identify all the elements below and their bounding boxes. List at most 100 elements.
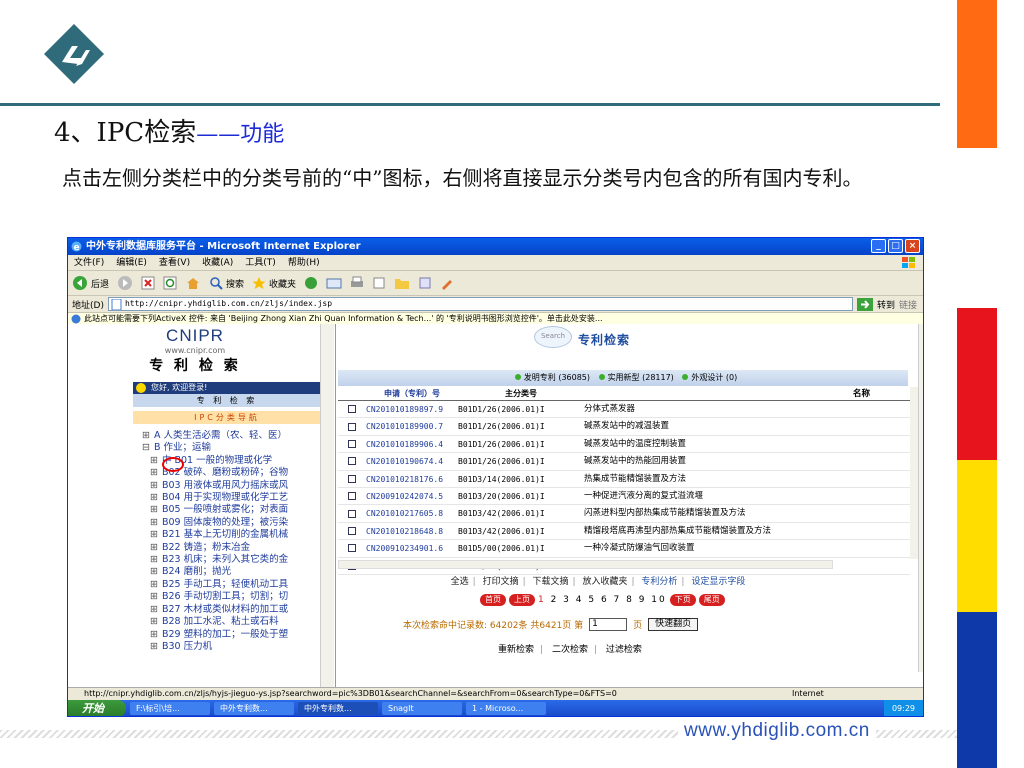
row-checkbox[interactable]: [348, 457, 356, 466]
expand-toggle-icon[interactable]: ⊞: [150, 480, 158, 492]
expand-toggle-icon[interactable]: ⊞: [150, 554, 158, 566]
task-patent-1[interactable]: 中外专利数...: [214, 702, 294, 715]
expand-toggle-icon[interactable]: ⊞: [150, 579, 158, 591]
task-snagit[interactable]: SnagIt: [382, 702, 462, 715]
tree-item[interactable]: ⊞ B24 磨削；抛光: [142, 566, 318, 578]
tree-item[interactable]: ⊞ B05 一般喷射或雾化；对表面: [142, 504, 318, 516]
patent-search-menu[interactable]: 专 利 检 索: [133, 394, 321, 407]
row-app-no[interactable]: CN201010190674.4: [366, 453, 458, 469]
tab-utility[interactable]: 实用新型 (28117): [608, 373, 674, 382]
home-icon[interactable]: [185, 276, 201, 290]
new-search-link[interactable]: 重新检索: [498, 645, 534, 655]
filter-search-link[interactable]: 过滤检索: [606, 645, 642, 655]
row-checkbox[interactable]: [348, 544, 356, 553]
minimize-button[interactable]: _: [871, 239, 886, 253]
tool-icon[interactable]: [440, 276, 454, 290]
page-scrollbar[interactable]: [918, 324, 923, 672]
tab-design[interactable]: 外观设计 (0): [691, 373, 737, 382]
row-name[interactable]: 碱蒸发站中的减温装置: [584, 418, 910, 434]
tree-item[interactable]: ⊞ B09 固体废物的处理；被污染: [142, 517, 318, 529]
forward-arrow-icon[interactable]: [117, 275, 133, 291]
tree-item[interactable]: ⊞ B27 木材或类似材料的加工或: [142, 604, 318, 616]
back-button[interactable]: 后退: [72, 275, 109, 291]
tree-item[interactable]: ⊞ B04 用于实现物理或化学工艺: [142, 492, 318, 504]
row-name[interactable]: 碱蒸发站中的温度控制装置: [584, 436, 910, 452]
secondary-search-link[interactable]: 二次检索: [552, 645, 588, 655]
close-button[interactable]: ×: [905, 239, 920, 253]
task-word[interactable]: 1 - Microso...: [466, 702, 546, 715]
expand-toggle-icon[interactable]: ⊞: [150, 455, 158, 467]
expand-toggle-icon[interactable]: ⊟: [142, 442, 150, 454]
row-app-no[interactable]: CN201010218648.8: [366, 523, 458, 539]
row-name[interactable]: 碱蒸发站中的热能回用装置: [584, 453, 910, 469]
expand-toggle-icon[interactable]: ⊞: [150, 529, 158, 541]
go-button[interactable]: 转到: [877, 298, 895, 311]
row-name[interactable]: 一种冷凝式防爆油气回收装置: [584, 540, 910, 556]
prev-page-button[interactable]: 上页: [509, 594, 535, 606]
expand-toggle-icon[interactable]: ⊞: [150, 504, 158, 516]
refresh-icon[interactable]: [163, 276, 177, 290]
download-abstract-link[interactable]: 下载文摘: [533, 577, 569, 587]
tree-item[interactable]: ⊟ B 作业；运输: [142, 442, 318, 454]
task-patent-2[interactable]: 中外专利数...: [298, 702, 378, 715]
address-input[interactable]: http://cnipr.yhdiglib.com.cn/zljs/index.…: [107, 297, 853, 311]
row-app-no[interactable]: CN201010189900.7: [366, 418, 458, 434]
tree-item[interactable]: ⊞ B22 铸造；粉末冶金: [142, 542, 318, 554]
tree-item[interactable]: ⊞ B03 用液体或用风力摇床或风: [142, 480, 318, 492]
expand-toggle-icon[interactable]: ⊞: [150, 492, 158, 504]
tab-invention[interactable]: 发明专利 (36085): [524, 373, 590, 382]
tree-item[interactable]: ⊞ B29 塑料的加工；一般处于塑: [142, 629, 318, 641]
row-name[interactable]: 精馏段塔底再沸型内部热集成节能精馏装置及方法: [584, 523, 910, 539]
menu-edit[interactable]: 编辑(E): [116, 255, 147, 270]
expand-toggle-icon[interactable]: ⊞: [150, 566, 158, 578]
folder-icon[interactable]: [394, 276, 410, 290]
display-fields-link[interactable]: 设定显示字段: [691, 577, 745, 587]
patent-analysis-link[interactable]: 专利分析: [641, 577, 677, 587]
favorites-button[interactable]: 收藏夹: [252, 276, 296, 290]
start-button[interactable]: 开始: [68, 700, 126, 716]
history-icon[interactable]: [304, 276, 318, 290]
menu-tools[interactable]: 工具(T): [245, 255, 276, 270]
messenger-icon[interactable]: [418, 276, 432, 290]
maximize-button[interactable]: □: [888, 239, 903, 253]
first-page-button[interactable]: 首页: [480, 594, 506, 606]
links-button[interactable]: 链接: [899, 298, 923, 311]
next-page-button[interactable]: 下页: [669, 594, 696, 606]
edit-icon[interactable]: [372, 276, 386, 290]
menu-favorites[interactable]: 收藏(A): [202, 255, 233, 270]
mail-icon[interactable]: [326, 276, 342, 290]
select-all-link[interactable]: 全选: [451, 577, 469, 587]
row-checkbox[interactable]: [348, 422, 356, 431]
task-folder[interactable]: F:\标引\培...: [130, 702, 210, 715]
row-checkbox[interactable]: [348, 439, 356, 448]
tree-item[interactable]: ⊞ A 人类生活必需（农、轻、医）: [142, 430, 318, 442]
print-icon[interactable]: [350, 276, 364, 290]
menu-file[interactable]: 文件(F): [74, 255, 104, 270]
row-name[interactable]: 分体式蒸发器: [584, 401, 910, 417]
table-scrollbar[interactable]: [910, 387, 918, 559]
tree-item[interactable]: ⊞ B26 手动切割工具；切割；切: [142, 591, 318, 603]
ipc-nav-menu[interactable]: IPC分类导航: [133, 411, 321, 424]
add-favorites-link[interactable]: 放入收藏夹: [582, 577, 627, 587]
menu-view[interactable]: 查看(V): [159, 255, 190, 270]
page-number-input[interactable]: 1: [589, 618, 628, 631]
expand-toggle-icon[interactable]: ⊞: [150, 467, 158, 479]
expand-toggle-icon[interactable]: ⊞: [150, 591, 158, 603]
tree-item[interactable]: ⊞ B28 加工水泥、粘土或石料: [142, 616, 318, 628]
row-name[interactable]: 一种促进汽液分离的复式溢流堰: [584, 488, 910, 504]
row-checkbox[interactable]: [348, 509, 356, 518]
stop-icon[interactable]: [141, 276, 155, 290]
expand-toggle-icon[interactable]: ⊞: [150, 604, 158, 616]
row-name[interactable]: 闪蒸进料型内部热集成节能精馏装置及方法: [584, 505, 910, 521]
row-app-no[interactable]: CN201010217605.8: [366, 505, 458, 521]
tree-item[interactable]: ⊞ B25 手动工具；轻便机动工具: [142, 579, 318, 591]
row-app-no[interactable]: CN201010189906.4: [366, 436, 458, 452]
expand-toggle-icon[interactable]: ⊞: [150, 641, 158, 653]
tree-item[interactable]: ⊞ B30 压力机: [142, 641, 318, 653]
tree-item[interactable]: ⊞ B21 基本上无切削的金属机械: [142, 529, 318, 541]
expand-toggle-icon[interactable]: ⊞: [150, 629, 158, 641]
row-app-no[interactable]: CN201010218176.6: [366, 471, 458, 487]
row-checkbox[interactable]: [348, 526, 356, 535]
table-hscrollbar[interactable]: [338, 560, 833, 569]
row-name[interactable]: 热集成节能精馏装置及方法: [584, 471, 910, 487]
